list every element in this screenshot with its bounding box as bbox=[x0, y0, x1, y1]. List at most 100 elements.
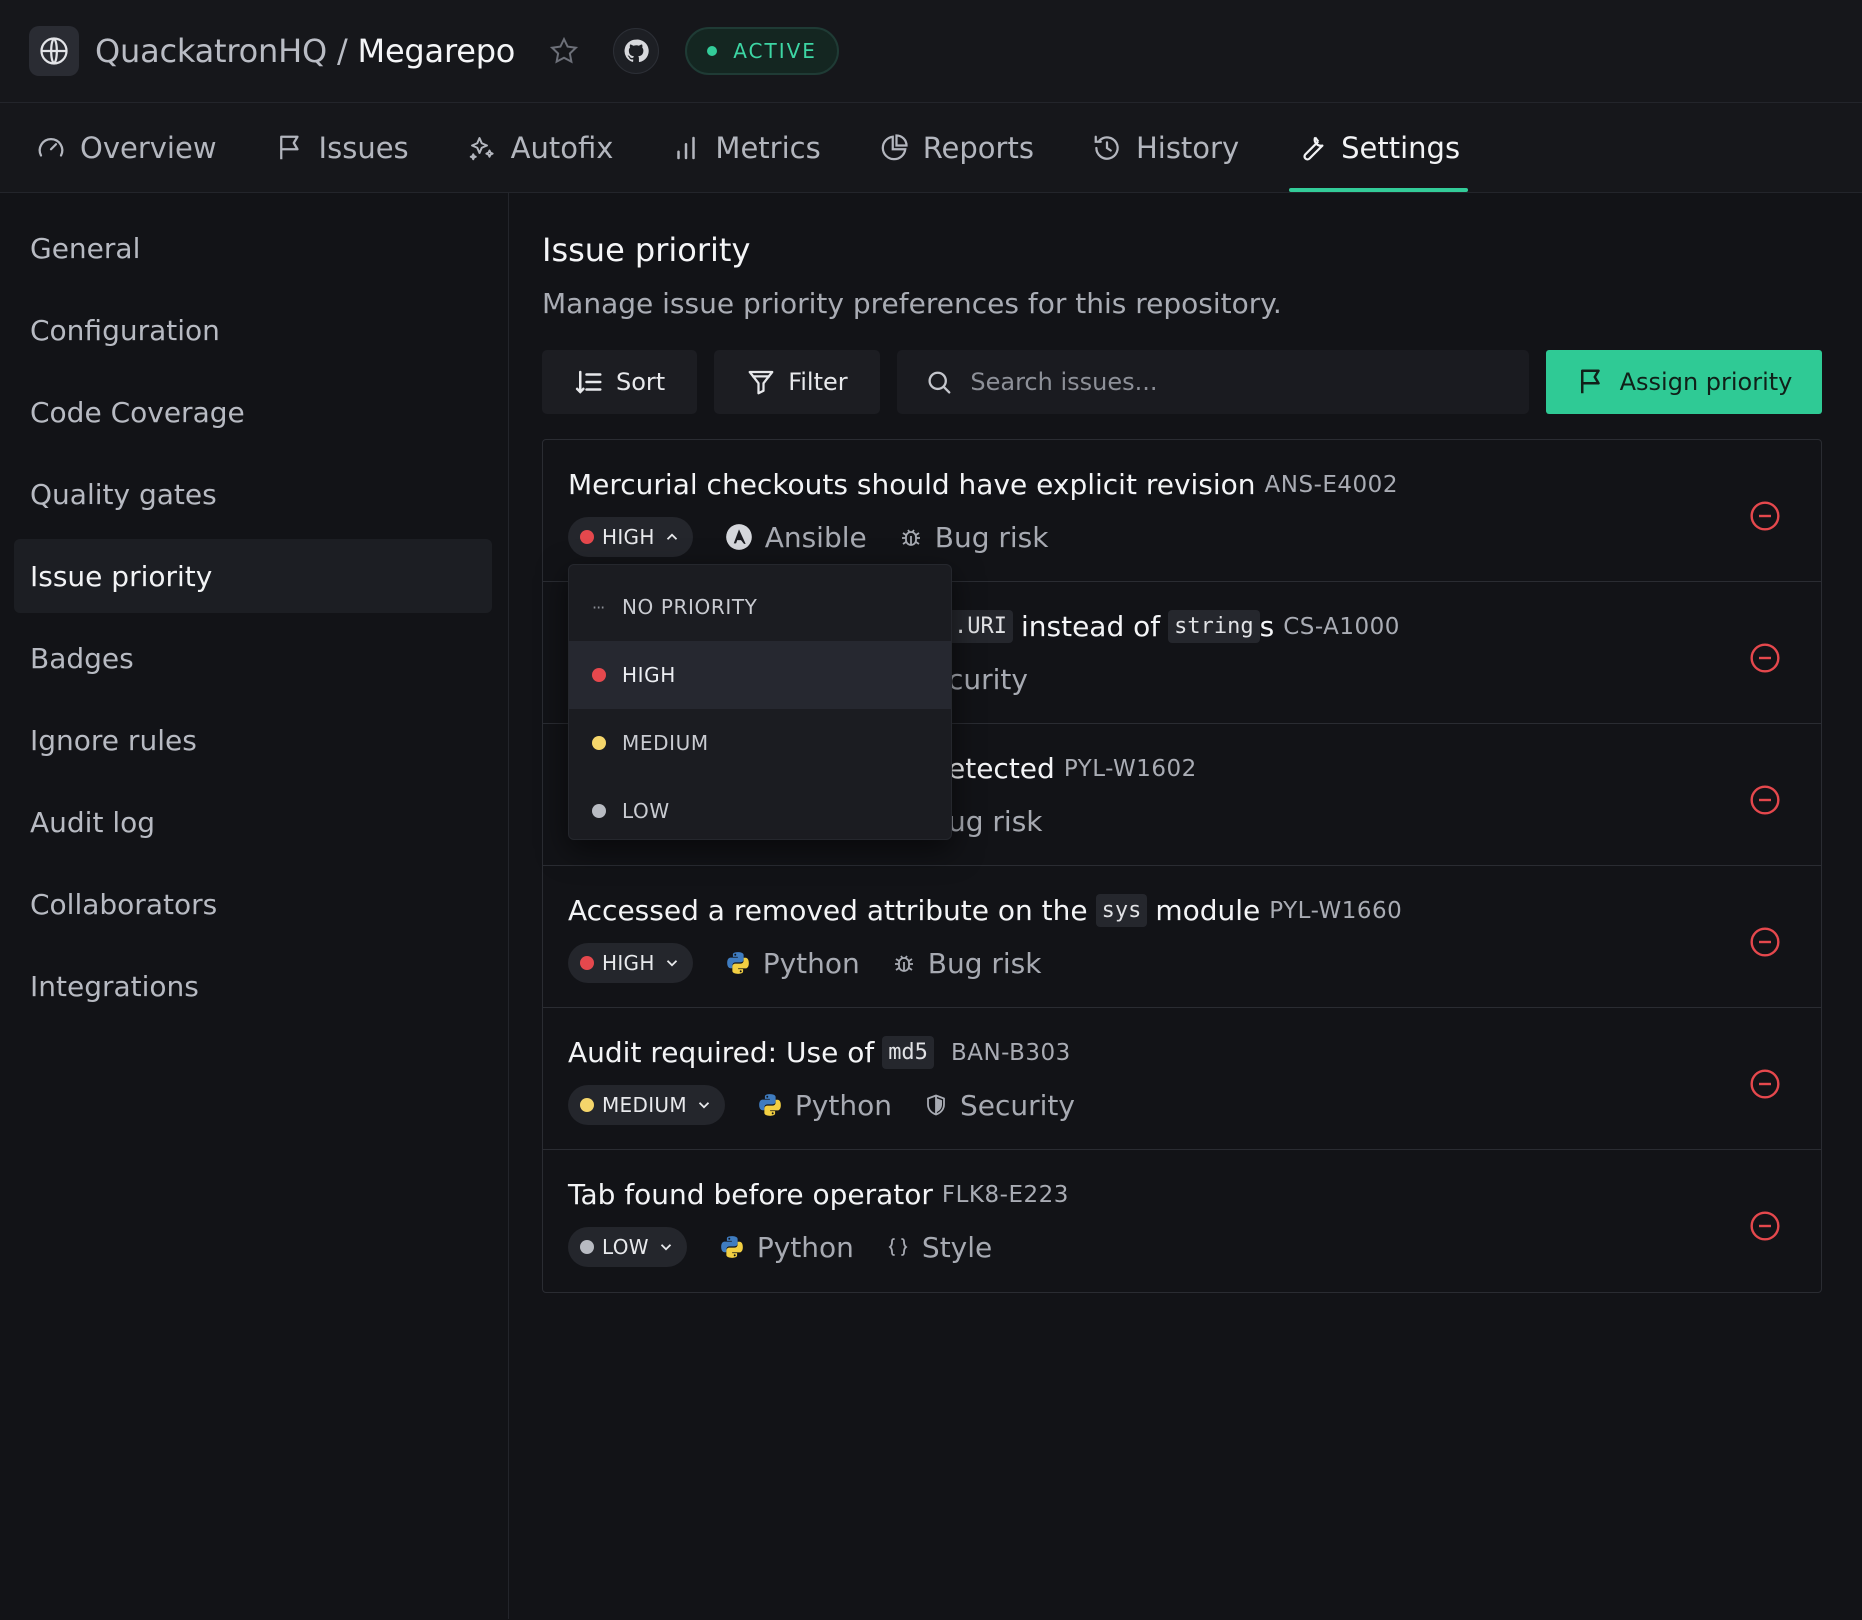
assign-priority-button[interactable]: Assign priority bbox=[1546, 350, 1822, 414]
issue-language: Python bbox=[719, 1231, 854, 1264]
issue-title[interactable]: Tab found before operator FLK8-E223 bbox=[568, 1178, 1821, 1211]
priority-select[interactable]: LOW bbox=[568, 1227, 687, 1267]
issue-category: Style bbox=[886, 1231, 992, 1264]
remove-issue-icon[interactable] bbox=[1749, 1210, 1781, 1242]
repo-title[interactable]: QuackatronHQ / Megarepo bbox=[95, 32, 515, 70]
priority-option-low[interactable]: LOW bbox=[569, 777, 951, 845]
globe-icon bbox=[29, 26, 79, 76]
sidebar-item-integrations[interactable]: Integrations bbox=[14, 949, 492, 1023]
issue-shortcode: ANS-E4002 bbox=[1264, 471, 1398, 498]
chevron-down-icon bbox=[660, 1244, 671, 1251]
priority-medium-dot bbox=[580, 1098, 594, 1112]
tab-label: History bbox=[1135, 130, 1240, 165]
priority-select[interactable]: MEDIUM bbox=[568, 1085, 725, 1125]
language-label: Python bbox=[794, 1088, 892, 1122]
tab-overview[interactable]: Overview bbox=[28, 103, 225, 192]
priority-label: HIGH bbox=[602, 525, 655, 549]
filter-label: Filter bbox=[788, 368, 848, 396]
option-label: HIGH bbox=[622, 663, 676, 687]
issue-category: Bug risk bbox=[892, 946, 1042, 980]
language-label: Python bbox=[756, 1230, 854, 1264]
sidebar-item-code-coverage[interactable]: Code Coverage bbox=[14, 375, 492, 449]
tab-settings[interactable]: Settings bbox=[1289, 103, 1469, 192]
sort-button[interactable]: Sort bbox=[542, 350, 698, 414]
issue-title-text: instead of bbox=[1020, 610, 1161, 643]
sidebar-item-collaborators[interactable]: Collaborators bbox=[14, 867, 492, 941]
search-input[interactable] bbox=[970, 368, 1529, 396]
issue-title-text: etected bbox=[948, 752, 1055, 785]
page-title: Issue priority bbox=[542, 231, 751, 269]
org-name[interactable]: QuackatronHQ bbox=[95, 32, 327, 70]
priority-dropdown: ··· NO PRIORITY HIGH MEDIUM LOW bbox=[568, 564, 952, 840]
repo-header: QuackatronHQ / Megarepo ACTIVE bbox=[0, 0, 1862, 103]
option-label: MEDIUM bbox=[622, 731, 709, 755]
tab-autofix[interactable]: Autofix bbox=[459, 103, 622, 192]
sidebar-item-issue-priority[interactable]: Issue priority bbox=[14, 539, 492, 613]
gauge-icon bbox=[38, 137, 64, 157]
option-label: LOW bbox=[622, 799, 670, 823]
priority-option-none[interactable]: ··· NO PRIORITY bbox=[569, 573, 951, 641]
filter-button[interactable]: Filter bbox=[714, 350, 880, 414]
bar-chart-icon bbox=[677, 136, 696, 159]
pie-chart-icon bbox=[881, 133, 908, 160]
issue-row: Audit required: Use of md5 BAN-B303 MEDI… bbox=[543, 1008, 1821, 1150]
issue-title[interactable]: Accessed a removed attribute on the sys … bbox=[568, 894, 1821, 927]
issue-code-snippet: sys bbox=[1095, 894, 1148, 927]
remove-issue-icon[interactable] bbox=[1749, 1068, 1781, 1100]
issue-row: Tab found before operator FLK8-E223 LOW … bbox=[543, 1150, 1821, 1292]
sidebar-item-configuration[interactable]: Configuration bbox=[14, 293, 492, 367]
priority-select[interactable]: HIGH bbox=[568, 943, 693, 983]
assign-priority-label: Assign priority bbox=[1619, 368, 1793, 396]
priority-select[interactable]: HIGH bbox=[568, 517, 693, 557]
search-box bbox=[896, 350, 1529, 414]
tab-label: Issues bbox=[318, 130, 409, 165]
priority-option-high[interactable]: HIGH bbox=[569, 641, 951, 709]
issue-row: Accessed a removed attribute on the sys … bbox=[543, 866, 1821, 1008]
remove-issue-icon[interactable] bbox=[1749, 500, 1781, 532]
language-label: Python bbox=[762, 946, 860, 980]
issue-row: Mercurial checkouts should have explicit… bbox=[543, 440, 1821, 582]
chevron-down-icon bbox=[698, 1102, 710, 1109]
search-icon bbox=[928, 371, 951, 394]
category-label: Bug risk bbox=[927, 946, 1042, 980]
tab-issues[interactable]: Issues bbox=[267, 103, 417, 192]
remove-issue-icon[interactable] bbox=[1749, 926, 1781, 958]
sidebar-item-audit-log[interactable]: Audit log bbox=[14, 785, 492, 859]
github-icon[interactable] bbox=[613, 28, 660, 74]
issue-category: ug risk bbox=[948, 805, 1043, 838]
repo-separator: / bbox=[336, 32, 348, 70]
issue-code-snippet: md5 bbox=[882, 1036, 934, 1069]
status-badge: ACTIVE bbox=[685, 27, 839, 75]
issue-title[interactable]: Mercurial checkouts should have explicit… bbox=[568, 468, 1821, 501]
category-label: Style bbox=[921, 1230, 993, 1264]
tab-metrics[interactable]: Metrics bbox=[663, 103, 828, 192]
tab-label: Reports bbox=[922, 130, 1034, 165]
tab-history[interactable]: History bbox=[1084, 103, 1247, 192]
bug-icon bbox=[901, 529, 920, 546]
tab-label: Overview bbox=[80, 130, 217, 165]
sidebar-item-ignore-rules[interactable]: Ignore rules bbox=[14, 703, 492, 777]
tab-reports[interactable]: Reports bbox=[871, 103, 1042, 192]
issue-meta: HIGH Python Bug risk bbox=[568, 943, 1821, 983]
sidebar-item-general[interactable]: General bbox=[14, 211, 492, 285]
priority-high-dot bbox=[580, 530, 594, 544]
star-icon[interactable] bbox=[549, 36, 579, 66]
issue-category: Security bbox=[924, 1089, 1075, 1122]
sidebar-item-badges[interactable]: Badges bbox=[14, 621, 492, 695]
remove-issue-icon[interactable] bbox=[1749, 784, 1781, 816]
option-label: NO PRIORITY bbox=[622, 595, 758, 619]
chevron-down-icon bbox=[666, 960, 677, 967]
remove-issue-icon[interactable] bbox=[1749, 642, 1781, 674]
issue-language: Ansible bbox=[725, 521, 867, 554]
sidebar-item-quality-gates[interactable]: Quality gates bbox=[14, 457, 492, 531]
chevron-up-icon bbox=[666, 533, 677, 540]
issue-meta: HIGH Ansible Bug risk bbox=[568, 517, 1821, 557]
issue-code-snippet: string bbox=[1168, 610, 1260, 643]
issue-title-text: Audit required: Use of bbox=[568, 1036, 875, 1069]
issue-shortcode: PYL-W1602 bbox=[1063, 755, 1197, 782]
dots-icon: ··· bbox=[592, 597, 605, 617]
priority-option-medium[interactable]: MEDIUM bbox=[569, 709, 951, 777]
issue-title[interactable]: Audit required: Use of md5 BAN-B303 bbox=[568, 1036, 1821, 1069]
repo-name[interactable]: Megarepo bbox=[358, 32, 516, 70]
issue-toolbar: Sort Filter Assign priority bbox=[542, 350, 1822, 414]
